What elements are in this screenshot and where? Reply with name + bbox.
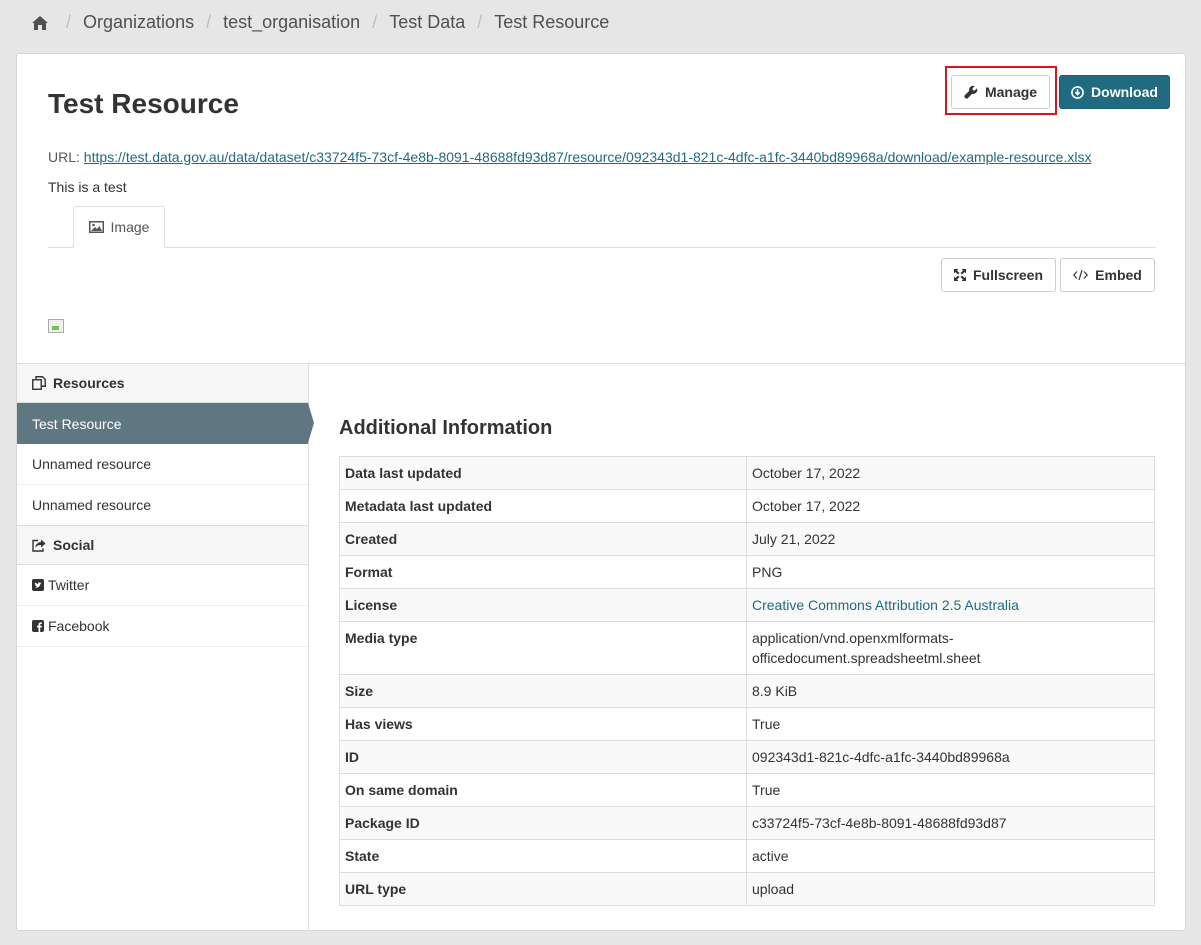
top-bar: / Organizations / test_organisation / Te… xyxy=(0,0,1201,48)
fullscreen-label: Fullscreen xyxy=(972,267,1044,283)
table-row: Media type application/vnd.openxmlformat… xyxy=(339,621,1155,675)
info-key: Has views xyxy=(339,707,747,741)
twitter-label: Twitter xyxy=(48,577,90,593)
fullscreen-button[interactable]: Fullscreen xyxy=(941,258,1056,292)
download-button[interactable]: Download xyxy=(1059,75,1170,109)
resource-card: Test Resource Manage Download URL: https… xyxy=(16,53,1186,931)
home-icon[interactable] xyxy=(30,13,50,33)
table-row: On same domain True xyxy=(339,773,1155,807)
share-icon xyxy=(32,539,46,552)
sidebar-item-twitter[interactable]: Twitter xyxy=(17,565,308,606)
tab-image-label: Image xyxy=(110,219,150,235)
sidebar-item-label: Unnamed resource xyxy=(32,456,152,472)
embed-button[interactable]: Embed xyxy=(1060,258,1155,292)
wrench-icon xyxy=(964,85,978,99)
additional-info-table: Data last updated October 17, 2022 Metad… xyxy=(339,456,1155,906)
additional-info-title: Additional Information xyxy=(339,417,553,439)
breadcrumb-separator: / xyxy=(66,12,72,32)
table-row: URL type upload xyxy=(339,872,1155,906)
table-row: Size 8.9 KiB xyxy=(339,674,1155,708)
manage-label: Manage xyxy=(984,84,1038,100)
table-row: Metadata last updated October 17, 2022 xyxy=(339,489,1155,523)
url-label: URL: xyxy=(48,149,80,165)
info-key: On same domain xyxy=(339,773,747,807)
table-row: Package ID c33724f5-73cf-4e8b-8091-48688… xyxy=(339,806,1155,840)
info-value: 092343d1-821c-4dfc-a1fc-3440bd89968a xyxy=(746,740,1155,774)
info-key: State xyxy=(339,839,747,873)
info-key: ID xyxy=(339,740,747,774)
info-value: active xyxy=(746,839,1155,873)
resources-heading-label: Resources xyxy=(53,375,125,391)
info-key: Format xyxy=(339,555,747,589)
manage-button[interactable]: Manage xyxy=(951,75,1050,109)
breadcrumb-separator: / xyxy=(477,12,483,32)
info-key: Media type xyxy=(339,621,747,675)
resource-url-line: URL: https://test.data.gov.au/data/datas… xyxy=(48,149,1091,165)
info-key: Data last updated xyxy=(339,456,747,490)
info-value: Creative Commons Attribution 2.5 Austral… xyxy=(746,588,1155,622)
twitter-icon xyxy=(32,579,44,591)
sidebar-item-label: Test Resource xyxy=(32,415,122,432)
fullscreen-icon xyxy=(953,269,966,281)
info-value: 8.9 KiB xyxy=(746,674,1155,708)
info-value: upload xyxy=(746,872,1155,906)
table-row: Data last updated October 17, 2022 xyxy=(339,456,1155,490)
code-icon xyxy=(1073,269,1089,281)
view-tabs-divider xyxy=(48,247,1156,248)
resource-preview-image xyxy=(48,319,64,333)
info-value: PNG xyxy=(746,555,1155,589)
info-key: Metadata last updated xyxy=(339,489,747,523)
info-value: application/vnd.openxmlformats-officedoc… xyxy=(746,621,1155,675)
info-value: October 17, 2022 xyxy=(746,489,1155,523)
facebook-label: Facebook xyxy=(48,618,110,634)
breadcrumb-separator: / xyxy=(206,12,212,32)
info-key: Created xyxy=(339,522,747,556)
breadcrumb: / Organizations / test_organisation / Te… xyxy=(30,12,609,33)
breadcrumb-item-resource[interactable]: Test Resource xyxy=(494,12,609,33)
info-key: URL type xyxy=(339,872,747,906)
table-row: Created July 21, 2022 xyxy=(339,522,1155,556)
info-key: Package ID xyxy=(339,806,747,840)
download-circle-icon xyxy=(1071,85,1084,99)
info-value: July 21, 2022 xyxy=(746,522,1155,556)
breadcrumb-item-dataset[interactable]: Test Data xyxy=(389,12,465,33)
facebook-icon xyxy=(32,620,44,632)
tab-image[interactable]: Image xyxy=(73,206,165,248)
info-value: True xyxy=(746,773,1155,807)
download-label: Download xyxy=(1091,84,1158,100)
sidebar-item-label: Unnamed resource xyxy=(32,497,152,513)
info-key: License xyxy=(339,588,747,622)
sidebar: Resources Test Resource Unnamed resource… xyxy=(17,364,314,931)
info-value: c33724f5-73cf-4e8b-8091-48688fd93d87 xyxy=(746,806,1155,840)
info-value: True xyxy=(746,707,1155,741)
copy-icon xyxy=(32,376,46,390)
table-row: Format PNG xyxy=(339,555,1155,589)
page-title: Test Resource xyxy=(48,88,239,119)
resource-description: This is a test xyxy=(48,179,127,195)
sidebar-item-unnamed-resource[interactable]: Unnamed resource xyxy=(17,444,308,485)
sidebar-item-test-resource[interactable]: Test Resource xyxy=(17,403,314,444)
license-link[interactable]: Creative Commons Attribution 2.5 Austral… xyxy=(752,597,1019,613)
sidebar-item-facebook[interactable]: Facebook xyxy=(17,606,308,647)
resource-url-link[interactable]: https://test.data.gov.au/data/dataset/c3… xyxy=(84,149,1092,165)
info-value: October 17, 2022 xyxy=(746,456,1155,490)
table-row: Has views True xyxy=(339,707,1155,741)
sidebar-item-unnamed-resource[interactable]: Unnamed resource xyxy=(17,485,308,526)
breadcrumb-item-organizations[interactable]: Organizations xyxy=(83,12,194,33)
embed-label: Embed xyxy=(1095,267,1142,283)
social-heading-label: Social xyxy=(53,537,95,553)
info-key: Size xyxy=(339,674,747,708)
table-row: State active xyxy=(339,839,1155,873)
image-icon xyxy=(88,221,104,233)
resources-heading: Resources xyxy=(17,364,308,403)
table-row: ID 092343d1-821c-4dfc-a1fc-3440bd89968a xyxy=(339,740,1155,774)
breadcrumb-item-organisation[interactable]: test_organisation xyxy=(223,12,360,33)
table-row: License Creative Commons Attribution 2.5… xyxy=(339,588,1155,622)
social-heading: Social xyxy=(17,526,308,565)
breadcrumb-separator: / xyxy=(372,12,378,32)
